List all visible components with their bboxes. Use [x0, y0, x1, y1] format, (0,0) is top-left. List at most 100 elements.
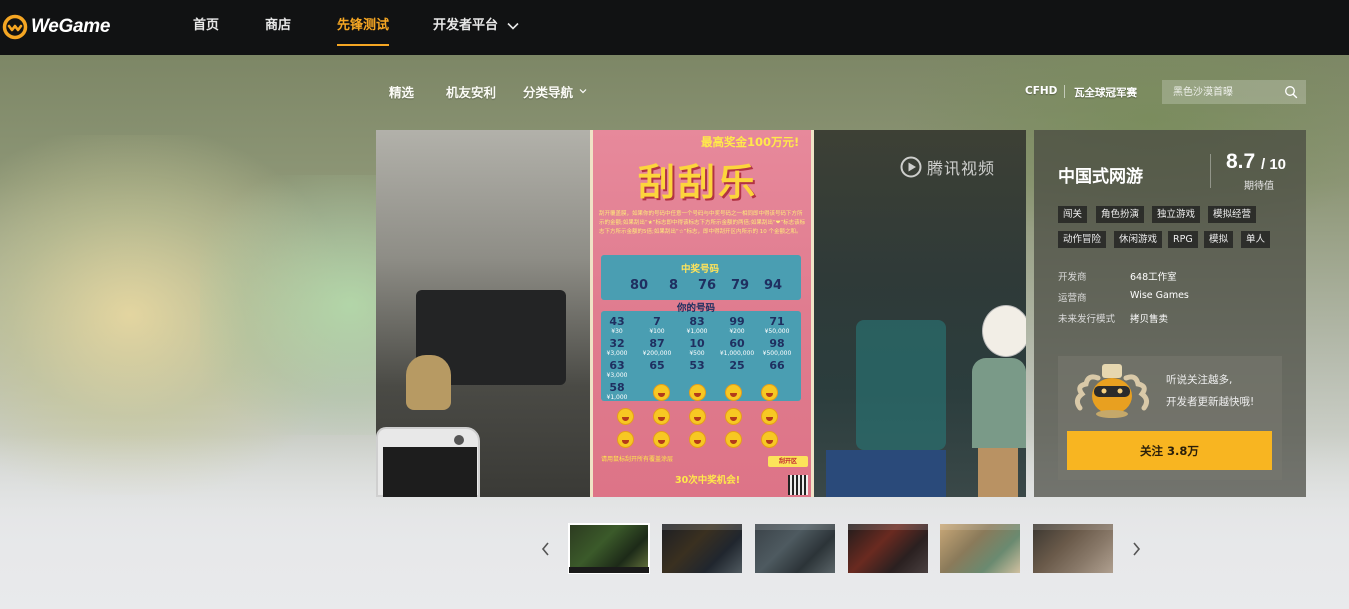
tag-item[interactable]: 闯关: [1058, 206, 1088, 223]
meta-developer-label: 开发商: [1058, 272, 1087, 283]
ticket-scratch-button: 刮开区: [768, 456, 808, 467]
tag-item[interactable]: 模拟经营: [1208, 206, 1257, 223]
your-number-cell: 7 ¥100: [637, 316, 677, 336]
your-number-cell: 87 ¥200,000: [637, 338, 677, 358]
your-number-prize: ¥1,000,000: [719, 350, 755, 357]
your-number-cell: 32 ¥3,000: [597, 338, 637, 358]
meta-release-model-value: 拷贝售卖: [1130, 314, 1169, 325]
your-number: 87: [649, 337, 665, 350]
tag-item[interactable]: 休闲游戏: [1114, 231, 1163, 248]
nav-home[interactable]: 首页: [193, 0, 219, 55]
link-divider: [1064, 85, 1065, 98]
smiley-cover-icon: [761, 431, 778, 448]
subnav-featured[interactable]: 精选: [389, 82, 414, 101]
follow-button[interactable]: 关注 3.8万: [1067, 431, 1272, 470]
thumbnail-6[interactable]: [1033, 524, 1113, 573]
your-number-prize: ¥200,000: [642, 350, 672, 357]
your-number-cell: 99 ¥200: [717, 316, 757, 336]
thumbnail-4[interactable]: [848, 524, 928, 573]
your-number: 7: [653, 315, 661, 328]
your-number: 10: [689, 337, 705, 350]
thumbnail-3[interactable]: [755, 524, 835, 573]
game-title: 中国式网游: [1058, 167, 1143, 187]
tag-item[interactable]: 动作冒险: [1058, 231, 1107, 248]
brand-name: WeGame: [31, 16, 111, 37]
smiley-cover-icon: [761, 384, 778, 401]
your-number-prize: ¥50,000: [764, 328, 790, 335]
winning-number: 79: [731, 278, 750, 293]
your-number-prize: ¥100: [649, 328, 665, 335]
your-number: 65: [649, 359, 665, 372]
main-video-player[interactable]: 最高奖金100万元! 刮刮乐 刮开覆盖膜，如果你的号码中任意一个号码与中奖号码之…: [376, 130, 1026, 497]
nav-developer-platform[interactable]: 开发者平台: [433, 0, 498, 55]
nav-store[interactable]: 商店: [265, 0, 291, 55]
video-phone-prop: [376, 427, 480, 497]
your-number-cell: 43 ¥30: [597, 316, 637, 336]
meta-developer-value[interactable]: 648工作室: [1130, 269, 1177, 283]
meta-publisher-value[interactable]: Wise Games: [1130, 290, 1189, 301]
your-number: 53: [689, 359, 705, 372]
wegame-logo[interactable]: WeGame: [0, 11, 110, 43]
ticket-footer-note: 请用鼠标刮开所有覆盖涂层: [601, 456, 674, 463]
your-number: 71: [769, 315, 785, 328]
qr-code-icon: [788, 475, 808, 495]
your-number: 25: [729, 359, 745, 372]
tag-item[interactable]: RPG: [1168, 231, 1198, 248]
your-number: 60: [729, 337, 745, 350]
ticket-top-prize: 最高奖金100万元!: [701, 135, 800, 149]
your-number-prize: ¥30: [611, 328, 623, 335]
your-number: 58: [609, 381, 625, 394]
follow-message-line2: 开发者更新越快哦!: [1166, 396, 1255, 408]
your-number-prize: ¥500,000: [762, 350, 792, 357]
your-number-prize: ¥1,000: [686, 328, 708, 335]
your-number: 83: [689, 315, 705, 328]
your-number-prize: ¥3,000: [606, 372, 628, 379]
your-number-prize: ¥500: [689, 350, 705, 357]
smiley-cover-icon: [725, 408, 742, 425]
your-number: 99: [729, 315, 745, 328]
link-valorant-champions[interactable]: 瓦全球冠军赛: [1074, 85, 1137, 100]
nav-pioneer-test[interactable]: 先锋测试: [337, 0, 390, 55]
game-info-panel: 中国式网游 8.7 / 10 期待值 闯关 角色扮演 独立游戏 模拟经营 动作冒…: [1034, 130, 1306, 497]
your-number-cell: 53: [677, 360, 717, 372]
your-number-cell: 63 ¥3,000: [597, 360, 637, 380]
top-nav-bar: WeGame 首页 商店 先锋测试 开发者平台: [0, 0, 1349, 55]
search-icon[interactable]: [1284, 85, 1298, 99]
link-cfhd[interactable]: CFHD: [1025, 85, 1057, 97]
tag-item[interactable]: 模拟: [1204, 231, 1234, 248]
tag-item[interactable]: 单人: [1241, 231, 1271, 248]
chevron-down-icon[interactable]: [578, 86, 588, 96]
your-number: 63: [609, 359, 625, 372]
smiley-cover-icon: [689, 431, 706, 448]
ticket-rules: 刮开覆盖膜，如果你的号码中任意一个号码与中奖号码之一相同即中得该号码下方所示的金…: [599, 211, 806, 235]
carousel-next-icon[interactable]: [1129, 540, 1143, 558]
smiley-cover-icon: [617, 431, 634, 448]
thumbnail-2[interactable]: [662, 524, 742, 573]
your-number: 66: [769, 359, 785, 372]
tag-item[interactable]: 角色扮演: [1096, 206, 1145, 223]
your-number-cell: 98 ¥500,000: [757, 338, 797, 358]
your-number-prize: ¥3,000: [606, 350, 628, 357]
your-number-cell: 65: [637, 360, 677, 372]
smiley-cover-icon: [725, 431, 742, 448]
wegame-logo-icon: [2, 14, 28, 40]
video-character: [982, 305, 1026, 357]
your-number-cell: 83 ¥1,000: [677, 316, 717, 336]
tag-item[interactable]: 独立游戏: [1152, 206, 1201, 223]
thumbnail-5[interactable]: [940, 524, 1020, 573]
chevron-down-icon[interactable]: [506, 19, 520, 33]
follow-message-line1: 听说关注越多,: [1166, 374, 1233, 386]
your-number-cell: 10 ¥500: [677, 338, 717, 358]
subnav-recommendations[interactable]: 机友安利: [446, 82, 496, 101]
thumbnail-1[interactable]: [568, 523, 650, 574]
ticket-title: 刮刮乐: [638, 160, 758, 204]
winning-number: 76: [698, 278, 717, 293]
carousel-prev-icon[interactable]: [539, 540, 553, 558]
subnav-category-nav[interactable]: 分类导航: [523, 82, 573, 101]
scratch-ticket: 最高奖金100万元! 刮刮乐 刮开覆盖膜，如果你的号码中任意一个号码与中奖号码之…: [590, 130, 814, 497]
tencent-video-watermark: 腾讯视频: [900, 155, 995, 179]
smiley-cover-icon: [689, 384, 706, 401]
smiley-cover-icon: [689, 408, 706, 425]
meta-publisher-label: 运营商: [1058, 293, 1087, 304]
ticket-footer-title: 30次中奖机会!: [675, 475, 741, 486]
